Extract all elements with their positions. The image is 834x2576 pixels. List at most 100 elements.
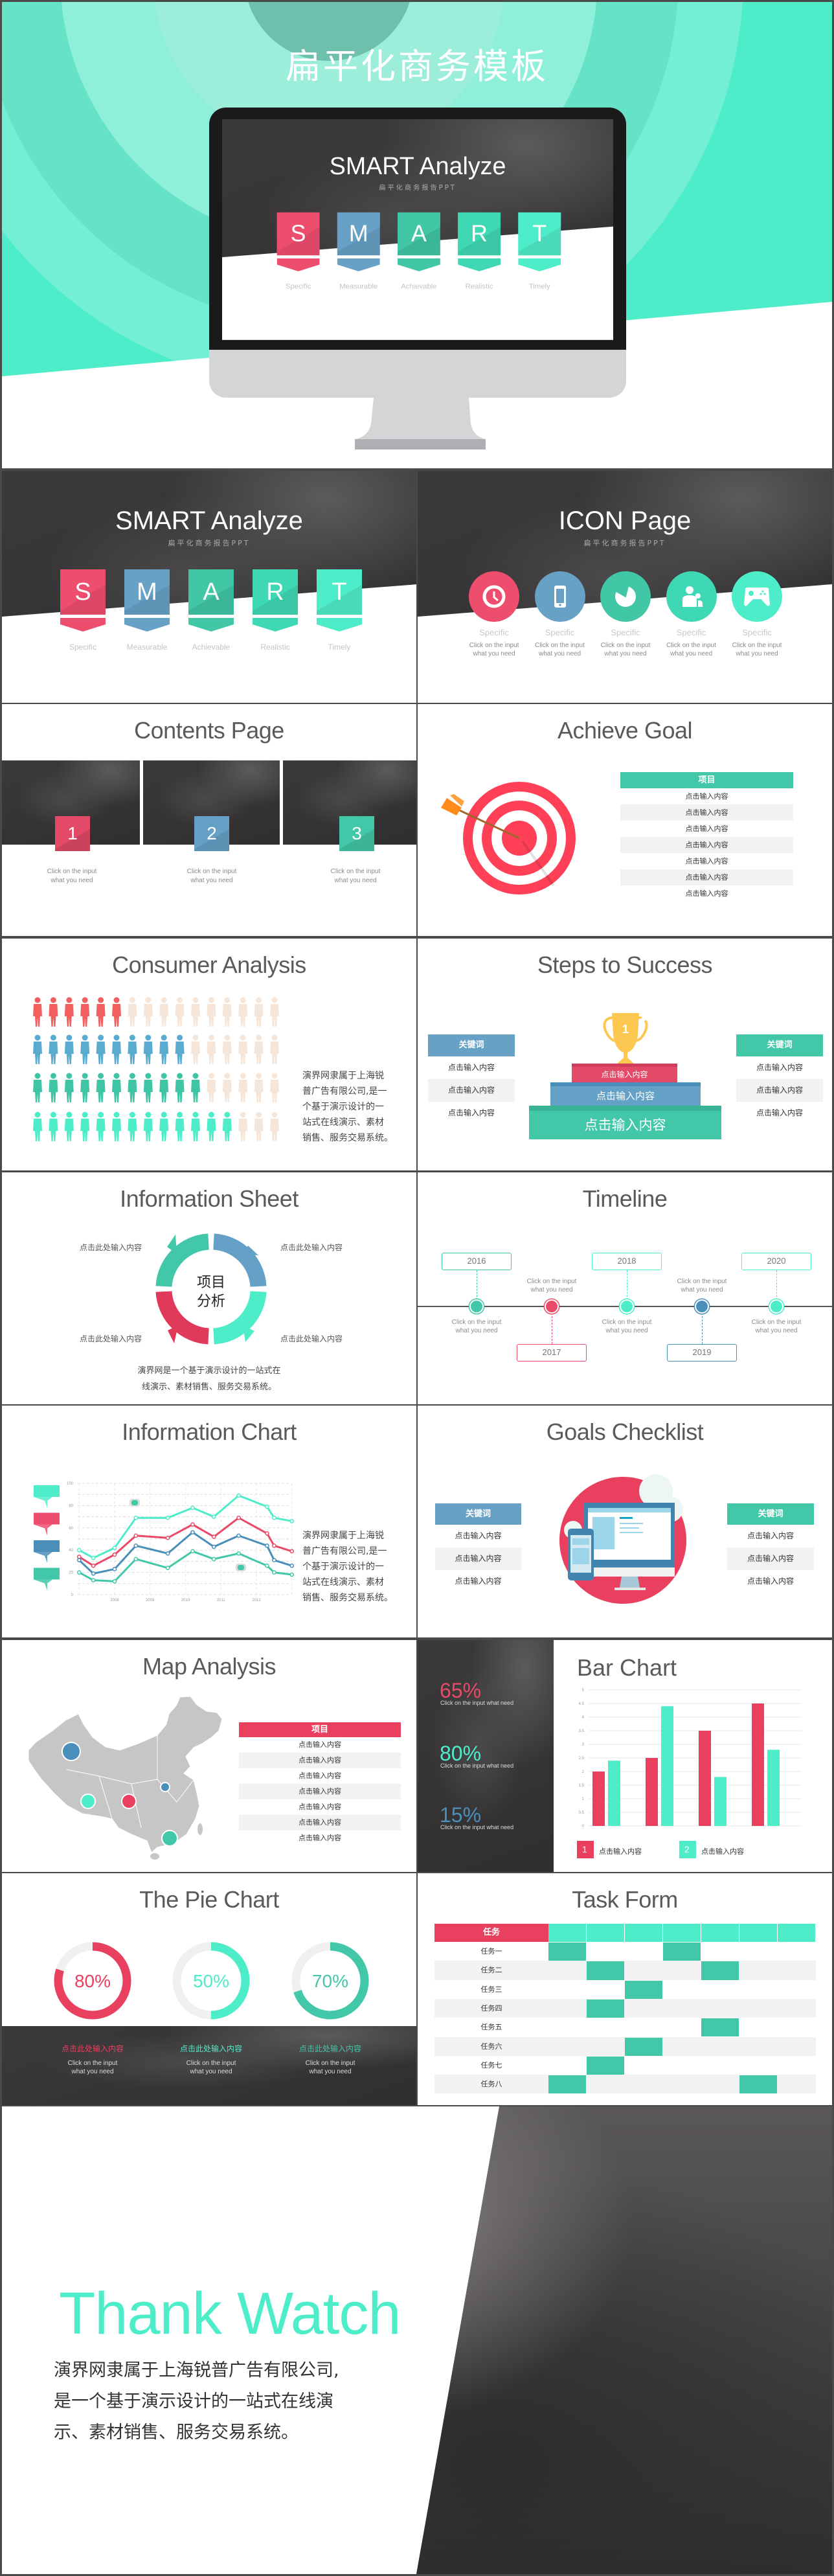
smart-banner-t[interactable]: T	[518, 212, 561, 271]
table-row[interactable]: 点击输入内容	[620, 821, 793, 837]
table-row[interactable]: 点击输入内容	[620, 837, 793, 853]
table-row[interactable]: 点击输入内容	[239, 1784, 401, 1799]
timeline-node[interactable]	[769, 1299, 783, 1314]
slide-pie-chart[interactable]: The Pie Chart 80% 50% 70% 点击此处输入内容 Click o…	[2, 1873, 416, 2105]
task-cell-filled[interactable]	[663, 1943, 701, 1961]
task-cell-filled[interactable]	[587, 2056, 624, 2075]
contents-item-3[interactable]: 3	[339, 816, 374, 851]
smart-banner-m[interactable]: M	[337, 212, 380, 271]
task-cell-filled[interactable]	[625, 1980, 662, 1999]
smart-letter: T	[332, 578, 347, 606]
slide-timeline[interactable]: Timeline 2016 Click on the input what yo…	[418, 1172, 832, 1404]
users-icon[interactable]	[666, 571, 717, 622]
keyword-row[interactable]: 点击输入内容	[727, 1547, 814, 1570]
slide-steps-to-success[interactable]: Steps to Success 1 点击输入内容 点击输入内容 点击输入内容 …	[418, 939, 832, 1170]
timeline-year: 2019	[692, 1347, 712, 1357]
table-row[interactable]: 点击输入内容	[239, 1753, 401, 1768]
keyword-row[interactable]: 点击输入内容	[435, 1570, 521, 1593]
timeline-year-box[interactable]: 2020	[741, 1253, 811, 1270]
contents-caption-line1: Click on the input	[186, 868, 237, 875]
cycle-label[interactable]: 点击此处输入内容	[273, 1242, 350, 1253]
gamepad-icon[interactable]	[732, 571, 782, 622]
data-point	[236, 1551, 241, 1556]
task-cell-filled[interactable]	[548, 1943, 586, 1961]
task-label: 任务三	[480, 1985, 502, 1994]
smart-banner-s[interactable]: S	[276, 212, 320, 271]
smart-banner-t[interactable]: T	[317, 569, 362, 632]
smart-banner-r[interactable]: R	[253, 569, 298, 632]
contents-item-1[interactable]: 1	[55, 816, 90, 851]
table-row[interactable]: 点击输入内容	[620, 853, 793, 869]
timeline-year-box[interactable]: 2019	[667, 1344, 737, 1362]
data-point	[133, 1533, 139, 1538]
keyword-row[interactable]: 点击输入内容	[727, 1525, 814, 1547]
smart-banner-s[interactable]: S	[60, 569, 106, 632]
table-row[interactable]: 点击输入内容	[239, 1830, 401, 1846]
table-row[interactable]: 点击输入内容	[239, 1799, 401, 1815]
y-tick-label: 3.5	[579, 1729, 585, 1733]
contents-number: 1	[67, 823, 78, 843]
smart-banner-r[interactable]: R	[458, 212, 501, 271]
trophy-number: 1	[622, 1023, 629, 1036]
smartphone-icon[interactable]	[534, 571, 585, 622]
slide-icon-page[interactable]: ICON Page 扁平化商务报告PPT Specific Click on t…	[418, 471, 832, 703]
task-cell-filled[interactable]	[548, 2075, 586, 2094]
pie-heading[interactable]: 点击此处输入内容	[285, 2043, 376, 2054]
timeline-year-box[interactable]: 2018	[592, 1253, 662, 1270]
table-row[interactable]: 点击输入内容	[239, 1768, 401, 1784]
timeline-year-box[interactable]: 2016	[442, 1253, 512, 1270]
keyword-row[interactable]: 点击输入内容	[435, 1525, 521, 1547]
timeline-year-box[interactable]: 2017	[517, 1344, 587, 1362]
timeline-node[interactable]	[469, 1299, 484, 1314]
data-point	[165, 1515, 170, 1520]
slide-achieve-goal[interactable]: Achieve Goal 项目 点击输入内容 点击输入内容 点击输入内容 点击输入内容点…	[418, 704, 832, 936]
keyword-row[interactable]: 点击输入内容	[736, 1102, 823, 1124]
keyword-row[interactable]: 点击输入内容	[428, 1056, 515, 1079]
smart-banner-a[interactable]: A	[188, 569, 234, 632]
slide-bar-chart[interactable]: 65% Click on the input what need 80% Clic…	[418, 1640, 832, 1872]
task-cell-filled[interactable]	[587, 1999, 624, 2018]
keyword-row[interactable]: 点击输入内容	[428, 1079, 515, 1102]
cycle-label[interactable]: 点击此处输入内容	[273, 1333, 350, 1344]
table-row[interactable]: 点击输入内容	[239, 1737, 401, 1753]
table-row[interactable]: 点击输入内容	[620, 869, 793, 885]
keyword-row[interactable]: 点击输入内容	[435, 1547, 521, 1570]
pie-chart-icon[interactable]	[600, 571, 651, 622]
pie-heading[interactable]: 点击此处输入内容	[166, 2043, 256, 2054]
smart-banner-m[interactable]: M	[124, 569, 170, 632]
table-row[interactable]: 点击输入内容	[620, 885, 793, 902]
slide-information-chart[interactable]: Information Chart 0 20 40 60 80 100 2008 2009 20…	[2, 1406, 416, 1637]
task-cell-filled[interactable]	[701, 2018, 739, 2037]
icon-caption-line2: what you need	[538, 650, 581, 657]
table-row[interactable]: 点击输入内容	[620, 804, 793, 821]
timeline-caption-line2: what you need	[530, 1286, 573, 1294]
timeline-node[interactable]	[620, 1299, 634, 1314]
task-cell-filled[interactable]	[739, 2075, 777, 2094]
slide-information-sheet[interactable]: Information Sheet 项目 分析 点击此处输入内容 点击此处输入内…	[2, 1172, 416, 1404]
table-row[interactable]: 点击输入内容	[239, 1815, 401, 1830]
table-row[interactable]: 点击输入内容	[620, 788, 793, 804]
smart-label: Specific	[69, 643, 97, 652]
contents-item-2[interactable]: 2	[194, 816, 229, 851]
keyword-row[interactable]: 点击输入内容	[727, 1570, 814, 1593]
smart-banner-a[interactable]: A	[398, 212, 440, 271]
clock-icon[interactable]	[469, 571, 519, 622]
task-cell-filled[interactable]	[587, 1961, 624, 1980]
slide-goals-checklist[interactable]: Goals Checklist 关键词 点击输入内容 点击输入内容 点击输入内容 关键词…	[418, 1406, 832, 1637]
cycle-label[interactable]: 点击此处输入内容	[72, 1333, 150, 1344]
keyword-row[interactable]: 点击输入内容	[428, 1102, 515, 1124]
pie-heading[interactable]: 点击此处输入内容	[47, 2043, 138, 2054]
slide-contents-page[interactable]: Contents Page 1 Click on the input what …	[2, 704, 416, 936]
slide-map-analysis[interactable]: Map Analysis 项目 点击输入内容 点击输入内容 点击输入内容 点击输入内容点…	[2, 1640, 416, 1872]
keyword-row[interactable]: 点击输入内容	[736, 1079, 823, 1102]
timeline-node[interactable]	[545, 1299, 559, 1314]
slide-task-form[interactable]: Task Form 任务 任务一 任务二 任务三 任务四 任务五 任务六 任务七…	[418, 1873, 832, 2105]
task-cell-filled[interactable]	[701, 1961, 739, 1980]
slide-thank-you[interactable]: Thank Watch 演界网隶属于上海锐普广告有限公司, 是一个基于演示设计的一…	[2, 2106, 832, 2574]
task-cell-filled[interactable]	[625, 2037, 662, 2056]
keyword-row[interactable]: 点击输入内容	[736, 1056, 823, 1079]
cycle-label[interactable]: 点击此处输入内容	[72, 1242, 150, 1253]
slide-consumer-analysis[interactable]: Consumer Analysis 演界网隶属于上海锐 普广告有限公司,是一 个基于…	[2, 939, 416, 1170]
timeline-node[interactable]	[695, 1299, 709, 1314]
slide-smart-analyze[interactable]: SMART Analyze 扁平化商务报告PPT S Specific M Me…	[2, 471, 416, 703]
